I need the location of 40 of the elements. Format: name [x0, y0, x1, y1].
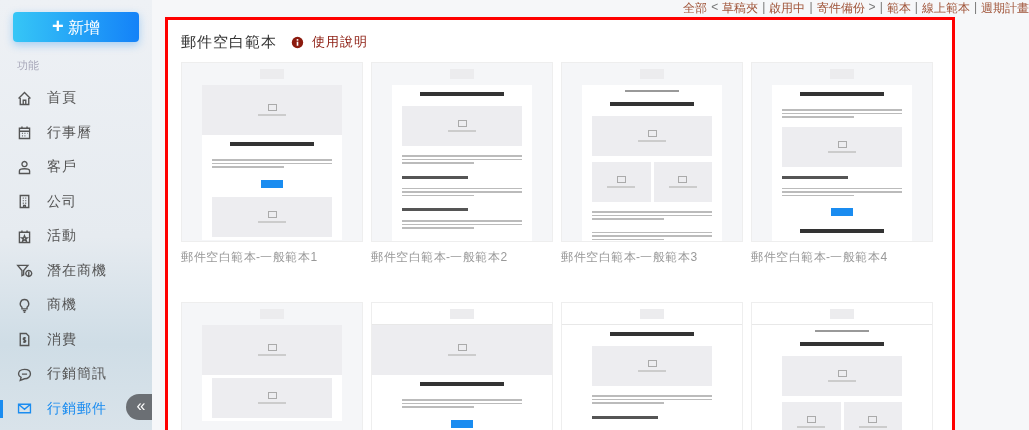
separator: |: [879, 0, 883, 14]
collapse-button[interactable]: «: [126, 394, 152, 420]
info-icon: [291, 35, 304, 49]
nav-link[interactable]: 草稿夾: [722, 0, 759, 14]
email-preview-drawing[interactable]: [371, 62, 553, 242]
sidebar-item[interactable]: 消費: [0, 322, 122, 357]
calendar-icon: [16, 124, 33, 142]
nav-link[interactable]: 線上範本: [921, 0, 970, 14]
sidebar-item[interactable]: 首頁: [0, 81, 122, 116]
nav-link[interactable]: 啟用中: [769, 0, 806, 14]
separator: |: [762, 0, 766, 14]
sidebar-item[interactable]: 行銷簡訊: [0, 357, 122, 392]
nav-link[interactable]: 寄件備份: [816, 0, 865, 14]
help-link[interactable]: 使用說明: [312, 33, 368, 51]
panel-title: 郵件空白範本: [181, 32, 277, 52]
separator: |: [973, 0, 977, 14]
template-name[interactable]: 郵件空白範本-一般範本2: [371, 249, 553, 266]
sidebar-item[interactable]: 公司: [0, 184, 122, 219]
person-icon: [16, 158, 33, 176]
home-icon: [16, 89, 33, 107]
bracket: >: [868, 0, 876, 14]
sidebar-item[interactable]: 商機: [0, 288, 122, 323]
funnel-coin-icon: [16, 262, 33, 280]
sidebar-item[interactable]: 行事曆: [0, 115, 122, 150]
email-preview-drawing[interactable]: [751, 62, 933, 242]
sidebar-item[interactable]: 活動: [0, 219, 122, 254]
section-label: 功能: [17, 58, 40, 73]
template-name[interactable]: 郵件空白範本-一般範本3: [561, 249, 743, 266]
nav-link[interactable]: 週期計畫: [981, 0, 1029, 14]
separator: |: [809, 0, 813, 14]
new-button[interactable]: + 新增: [13, 12, 139, 42]
nav-link[interactable]: 範本: [886, 0, 911, 14]
bracket: <: [711, 0, 719, 14]
email-preview-drawing[interactable]: [561, 302, 743, 430]
nav-link[interactable]: 全部: [683, 0, 708, 14]
template-name[interactable]: 郵件空白範本-一般範本4: [751, 249, 933, 266]
template-name[interactable]: 郵件空白範本-一般範本1: [181, 249, 363, 266]
sidebar-item[interactable]: 潛在商機: [0, 253, 122, 288]
sidebar-item[interactable]: 客戶: [0, 150, 122, 185]
separator: |: [914, 0, 918, 14]
